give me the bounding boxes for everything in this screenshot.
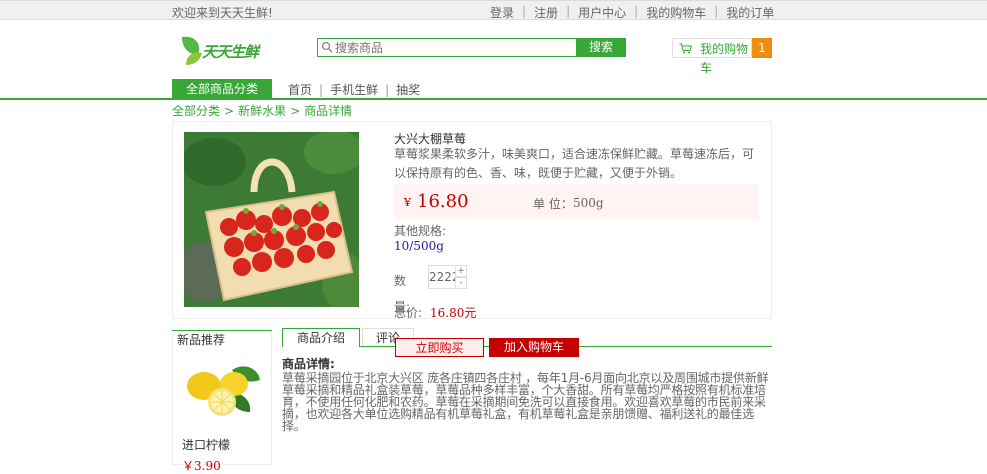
breadcrumb-fruit[interactable]: 新鲜水果 [238, 104, 286, 118]
tab-product-intro[interactable]: 商品介绍 [282, 328, 360, 347]
lemon-image[interactable] [182, 360, 262, 422]
buy-now-button[interactable]: 立即购买 [395, 338, 484, 357]
sidebar-title: 新品推荐 [177, 333, 226, 347]
cart-label[interactable]: 我的购物车 [700, 40, 756, 78]
separator: | [385, 83, 390, 97]
welcome-text: 欢迎来到天天生鲜! [172, 6, 273, 20]
nav-mobile-fresh[interactable]: 手机生鲜 [330, 83, 378, 97]
breadcrumb: 全部分类 > 新鲜水果 > 商品详情 [172, 102, 352, 119]
unit-label: 单 位： [533, 197, 573, 211]
logo-text[interactable]: 天天生鲜 [202, 41, 259, 62]
breadcrumb-all[interactable]: 全部分类 [172, 104, 220, 118]
currency-symbol: ¥ [404, 196, 411, 209]
detail-text: 草莓采摘园位于北京大兴区 庞各庄镇四各庄村 ，每年1月-6月面向北京以及周围城市… [282, 371, 769, 433]
product-price: ¥16.80 [404, 191, 469, 212]
cart-icon [679, 43, 692, 54]
search-icon [321, 41, 333, 53]
separator: | [634, 4, 639, 18]
cart-count-badge: 1 [752, 38, 772, 58]
separator: | [566, 4, 571, 18]
separator: | [714, 4, 719, 18]
nav-home[interactable]: 首页 [288, 83, 312, 97]
quantity-input[interactable] [428, 265, 456, 289]
plus-icon[interactable]: + [455, 265, 467, 277]
add-to-cart-button[interactable]: 加入购物车 [489, 338, 579, 357]
spec-option[interactable]: 10/500g [394, 239, 444, 253]
register-link[interactable]: 注册 [534, 4, 558, 21]
main-nav: 首页 | 手机生鲜 | 抽奖 [288, 81, 420, 98]
sidebar-product-price: ￥3.90 [182, 459, 221, 473]
my-cart-link[interactable]: 我的购物车 [646, 4, 706, 21]
total-price: 16.80元 [430, 306, 477, 320]
nav-divider [0, 98, 987, 100]
separator: | [319, 83, 324, 97]
price-amount: 16.80 [417, 191, 469, 212]
login-link[interactable]: 登录 [490, 4, 514, 21]
user-center-link[interactable]: 用户中心 [578, 4, 626, 21]
minus-icon[interactable]: - [455, 277, 467, 289]
sidebar-product-name[interactable]: 进口柠檬 [182, 436, 230, 453]
nav-lottery[interactable]: 抽奖 [396, 83, 420, 97]
all-categories-button[interactable]: 全部商品分类 [172, 79, 272, 99]
my-orders-link[interactable]: 我的订单 [726, 4, 774, 21]
spec-label: 其他规格: [394, 224, 447, 238]
total-label: 总价: [394, 306, 423, 320]
detail-title: 商品详情: [282, 357, 335, 371]
top-links: 登录 | 注册 | 用户中心 | 我的购物车 | 我的订单 [490, 4, 774, 21]
unit-value: 500g [573, 196, 604, 210]
breadcrumb-separator: > [224, 104, 235, 118]
product-image [184, 132, 359, 307]
search-button[interactable]: 搜索 [576, 38, 626, 57]
separator: | [522, 4, 527, 18]
search-input[interactable] [335, 39, 573, 56]
breadcrumb-detail: 商品详情 [304, 104, 353, 118]
product-description: 草莓浆果柔软多汁，味美爽口，适合速冻保鲜贮藏。草莓速冻后，可以保持原有的色、香、… [394, 147, 755, 180]
breadcrumb-separator: > [290, 104, 301, 118]
